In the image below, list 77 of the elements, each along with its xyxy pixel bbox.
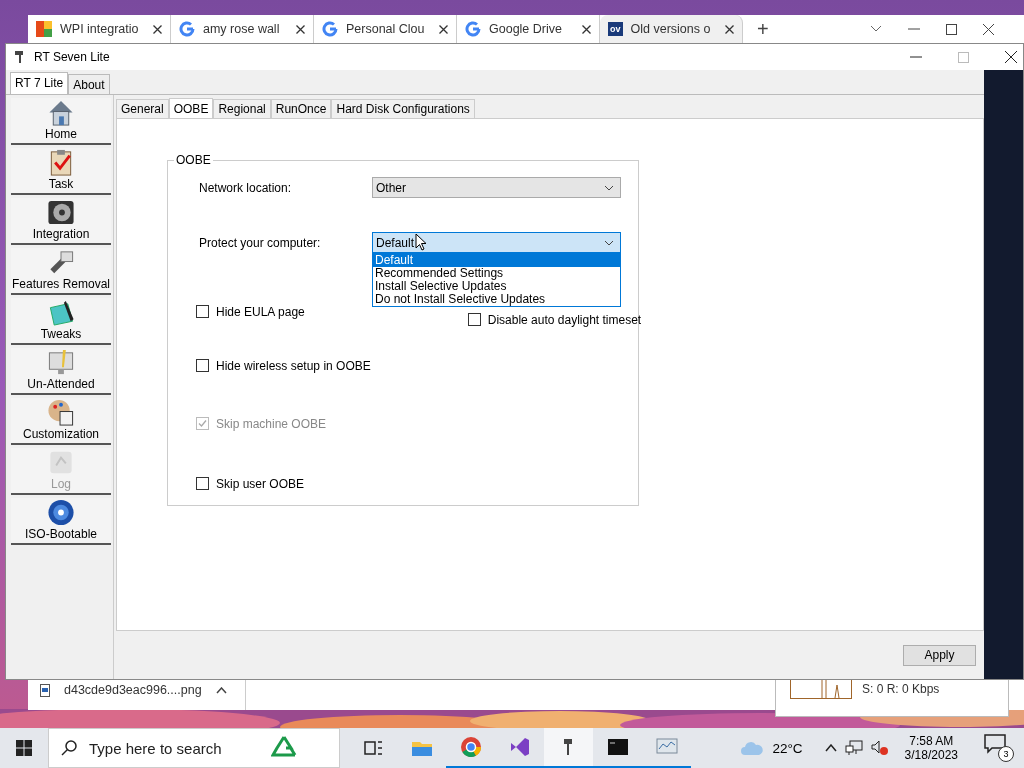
dropdown-option[interactable]: Recommended Settings bbox=[373, 267, 620, 280]
close-icon[interactable] bbox=[153, 24, 162, 34]
house-icon bbox=[46, 98, 76, 127]
ring-icon bbox=[179, 21, 195, 37]
cd-icon bbox=[46, 498, 76, 527]
tab[interactable]: RunOnce bbox=[270, 99, 332, 118]
sidebar-item[interactable]: Un-Attended bbox=[11, 348, 111, 395]
dropdown[interactable]: Other bbox=[372, 177, 621, 198]
checkbox[interactable]: Skip user OOBE bbox=[196, 476, 305, 491]
volume-muted-icon[interactable] bbox=[870, 740, 889, 756]
network-icon[interactable] bbox=[844, 740, 863, 756]
tab[interactable]: General bbox=[116, 99, 169, 118]
dropdown-option[interactable]: Do not Install Selective Updates bbox=[373, 293, 620, 306]
ring-icon bbox=[465, 21, 481, 37]
notification-count: 3 bbox=[998, 746, 1014, 762]
close-icon[interactable] bbox=[582, 24, 591, 34]
sidebar-item[interactable]: Task bbox=[11, 148, 111, 195]
monitor-app-icon bbox=[656, 738, 677, 754]
sidebar-item[interactable]: ISO-Bootable bbox=[11, 498, 111, 545]
hammer-icon bbox=[563, 739, 572, 755]
ring-icon bbox=[322, 21, 338, 37]
sidebar-item[interactable]: Tweaks bbox=[11, 298, 111, 345]
favicon-badge: ov bbox=[608, 22, 623, 36]
chevron-down-icon[interactable] bbox=[870, 25, 882, 33]
apply-button[interactable]: Apply bbox=[903, 644, 976, 666]
search-icon bbox=[61, 740, 77, 756]
sidebar-item[interactable]: Integration bbox=[11, 198, 111, 245]
weather-temperature[interactable]: 22°C bbox=[772, 740, 803, 756]
close-icon[interactable] bbox=[1005, 51, 1017, 63]
chevron-down-icon bbox=[604, 239, 614, 246]
chevron-down-icon bbox=[604, 184, 614, 191]
sidebar-item[interactable]: Home bbox=[11, 98, 111, 145]
checkbox[interactable]: Hide wireless setup in OOBE bbox=[196, 358, 371, 373]
traffic-reading: S: 0 R: 0 Kbps bbox=[862, 682, 940, 696]
close-icon[interactable] bbox=[725, 24, 734, 34]
field-label: Protect your computer: bbox=[199, 235, 322, 250]
cursor-icon bbox=[415, 233, 427, 251]
dropdown[interactable]: Default bbox=[372, 232, 621, 253]
tab[interactable]: About bbox=[68, 74, 110, 94]
palette-icon bbox=[46, 398, 76, 427]
window-title: RT Seven Lite bbox=[34, 50, 110, 64]
caret-icon[interactable] bbox=[215, 686, 227, 694]
clock[interactable]: 7:58 AM 3/18/2023 bbox=[904, 734, 958, 762]
file-icon bbox=[40, 683, 50, 697]
sidebar-item[interactable]: Customization bbox=[11, 398, 111, 445]
dropdown-option[interactable]: Default bbox=[373, 254, 620, 267]
windows-icon[interactable] bbox=[16, 740, 32, 756]
browser-tab[interactable]: ov Old versions o bbox=[600, 15, 743, 43]
infinity-icon bbox=[510, 738, 529, 756]
field-label: Network location: bbox=[199, 180, 293, 195]
tab[interactable]: RT 7 Lite bbox=[10, 72, 69, 94]
sidebar-item[interactable]: Features Removal bbox=[11, 248, 111, 295]
terminal-icon bbox=[607, 739, 628, 755]
tab[interactable]: Regional bbox=[213, 99, 271, 118]
hammer-icon bbox=[14, 50, 26, 64]
search-bar[interactable]: Type here to search bbox=[48, 728, 340, 768]
close-icon[interactable] bbox=[296, 24, 305, 34]
search-input[interactable]: Type here to search bbox=[87, 738, 261, 758]
dropdown-option[interactable]: Install Selective Updates bbox=[373, 280, 620, 293]
close-icon[interactable] bbox=[439, 24, 448, 34]
checkbox[interactable]: Hide EULA page bbox=[196, 304, 305, 319]
chrome-icon bbox=[460, 737, 481, 758]
tab[interactable]: Hard Disk Configurations bbox=[331, 99, 475, 118]
maximize-icon[interactable] bbox=[946, 23, 957, 35]
chevron-up-icon[interactable] bbox=[824, 744, 837, 752]
taskbar-app[interactable] bbox=[544, 728, 593, 768]
task-view-icon bbox=[363, 741, 383, 755]
close-icon[interactable] bbox=[983, 23, 994, 35]
download-file-name[interactable]: d43cde9d3eac996....png bbox=[64, 683, 202, 697]
monitor-icon bbox=[46, 348, 76, 377]
check-icon bbox=[197, 418, 208, 429]
checkbox[interactable]: Disable auto daylight timeset bbox=[467, 312, 642, 327]
new-tab-button[interactable]: + bbox=[757, 17, 769, 41]
folder-icon bbox=[411, 742, 432, 756]
tiles-icon bbox=[36, 21, 52, 37]
tab[interactable]: OOBE bbox=[168, 98, 214, 118]
group-title: OOBE bbox=[174, 153, 213, 167]
